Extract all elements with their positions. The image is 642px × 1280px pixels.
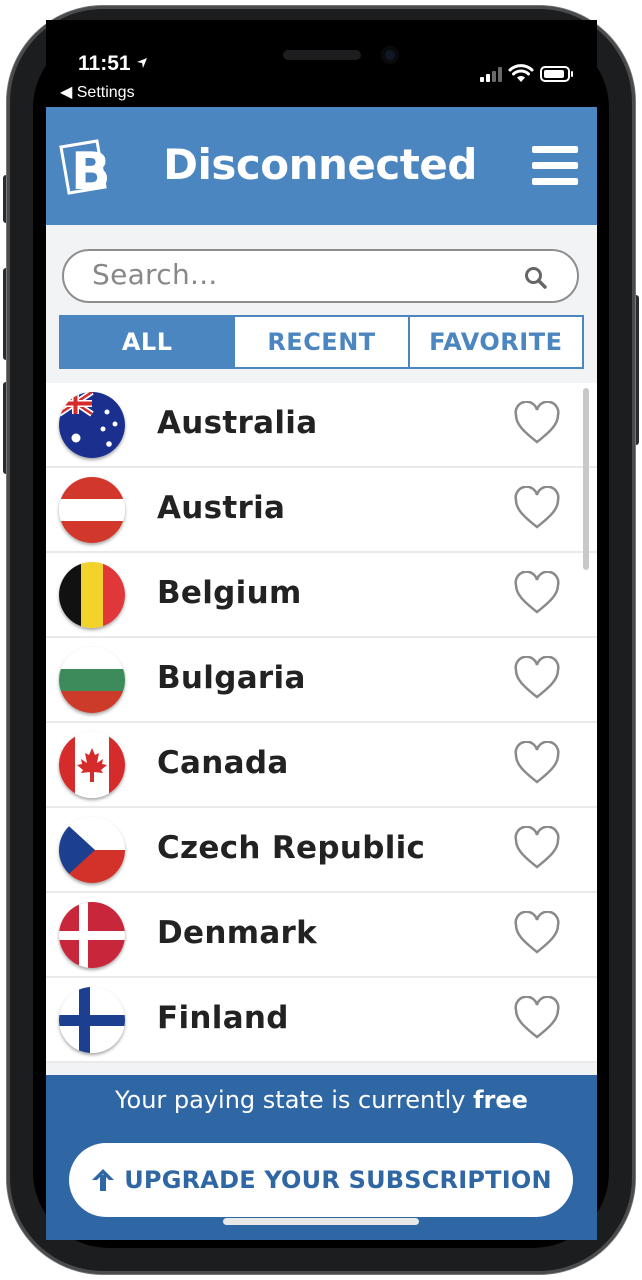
- status-time: 11:51: [78, 52, 131, 75]
- list-item[interactable]: Belgium: [46, 553, 597, 638]
- front-camera: [381, 46, 399, 64]
- list-item[interactable]: Czech Republic: [46, 808, 597, 893]
- country-name: Czech Republic: [157, 830, 426, 866]
- paying-state-prefix: Your paying state is currently: [115, 1086, 474, 1114]
- tab-all[interactable]: ALL: [61, 317, 234, 367]
- favorite-heart-icon[interactable]: [513, 741, 561, 785]
- austria-flag-icon: [59, 477, 125, 543]
- tab-recent[interactable]: RECENT: [233, 317, 407, 367]
- bulgaria-flag-icon: [59, 647, 125, 713]
- belgium-flag-icon: [59, 562, 125, 628]
- search-placeholder: Search...: [92, 258, 218, 291]
- country-name: Denmark: [157, 915, 318, 951]
- back-to-settings-link[interactable]: ◀ Settings: [60, 82, 135, 102]
- location-arrow-icon: [137, 58, 147, 68]
- favorite-heart-icon[interactable]: [513, 826, 561, 870]
- wifi-icon: [508, 64, 534, 82]
- country-name: Canada: [157, 745, 289, 781]
- favorite-heart-icon[interactable]: [513, 911, 561, 955]
- australia-flag-icon: [59, 392, 125, 458]
- connection-status-title: Disconnected: [163, 140, 477, 189]
- earpiece-speaker: [283, 50, 361, 60]
- svg-text:B: B: [71, 142, 111, 199]
- country-name: Austria: [157, 490, 286, 526]
- upgrade-label: UPGRADE YOUR SUBSCRIPTION: [124, 1166, 552, 1194]
- paying-state-value: free: [473, 1086, 528, 1114]
- list-item[interactable]: Canada: [46, 723, 597, 808]
- list-item[interactable]: Finland: [46, 978, 597, 1063]
- favorite-heart-icon[interactable]: [513, 486, 561, 530]
- canada-flag-icon: [59, 732, 125, 798]
- denmark-flag-icon: [59, 902, 125, 968]
- cellular-signal-icon: [480, 67, 502, 82]
- list-item[interactable]: Australia: [46, 383, 597, 468]
- home-indicator[interactable]: [223, 1218, 419, 1225]
- hamburger-menu-icon[interactable]: [532, 146, 580, 186]
- paying-state-text: Your paying state is currently free: [46, 1086, 597, 1114]
- list-item[interactable]: Bulgaria: [46, 638, 597, 723]
- country-name: Finland: [157, 1000, 289, 1036]
- czech-republic-flag-icon: [59, 817, 125, 883]
- country-name: Bulgaria: [157, 660, 306, 696]
- search-icon[interactable]: [524, 266, 548, 290]
- favorite-heart-icon[interactable]: [513, 571, 561, 615]
- favorite-heart-icon[interactable]: [513, 401, 561, 445]
- country-name: Belgium: [157, 575, 302, 611]
- upgrade-subscription-button[interactable]: UPGRADE YOUR SUBSCRIPTION: [69, 1143, 573, 1217]
- list-scrollbar[interactable]: [583, 388, 589, 570]
- tab-favorite[interactable]: FAVORITE: [407, 317, 582, 367]
- battery-icon: [540, 66, 573, 82]
- list-item[interactable]: Austria: [46, 468, 597, 553]
- finland-flag-icon: [59, 987, 125, 1053]
- app-logo-icon: B: [59, 139, 111, 199]
- list-item[interactable]: Denmark: [46, 893, 597, 978]
- country-list: Australia Austria Belgium Bulgaria Canad…: [46, 383, 597, 1063]
- filter-tabs: ALL RECENT FAVORITE: [59, 315, 584, 369]
- favorite-heart-icon[interactable]: [513, 656, 561, 700]
- country-name: Australia: [157, 405, 318, 441]
- favorite-heart-icon[interactable]: [513, 996, 561, 1040]
- arrow-up-icon: [92, 1169, 115, 1191]
